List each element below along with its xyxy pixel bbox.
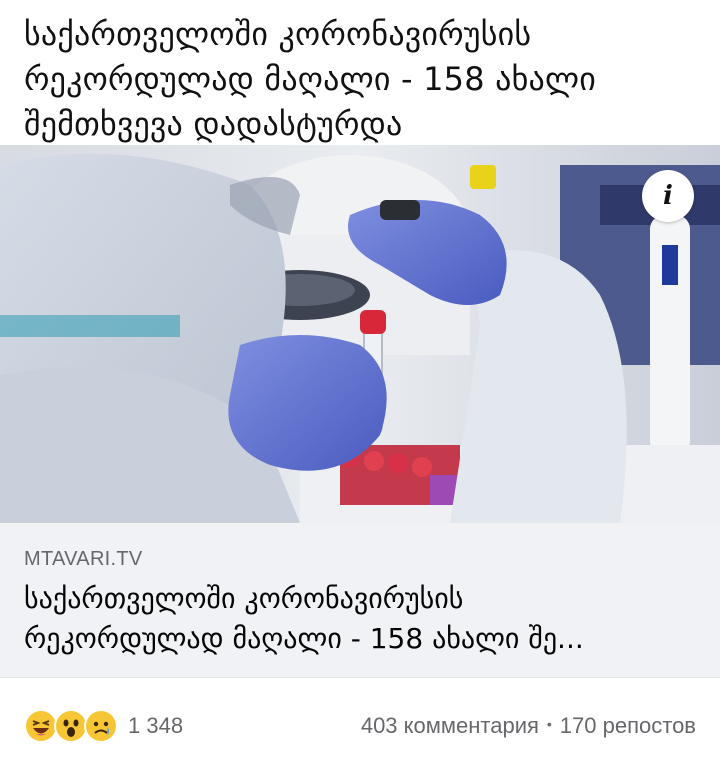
- separator-dot: •: [546, 716, 552, 732]
- post-text: საქართველოში კორონავირუსის რეკორდულად მა…: [0, 0, 720, 145]
- post-text-line: საქართველოში კორონავირუსის: [24, 15, 532, 53]
- link-title: საქართველოში კორონავირუსის რეკორდულად მა…: [24, 579, 696, 659]
- comments-count-link[interactable]: 403 комментария: [361, 713, 539, 739]
- reaction-count: 1 348: [128, 713, 184, 738]
- post-text-line: რეკორდულად მაღალი - 158 ახალი: [24, 60, 597, 98]
- link-title-line: საქართველოში კორონავირუსის: [24, 582, 464, 615]
- link-title-line: რეკორდულად მაღალი - 158 ახალი შე...: [24, 622, 584, 655]
- feed-post: საქართველოში კორონავირუსის რეკორდულად მა…: [0, 0, 720, 775]
- link-domain: MTAVARI.TV: [24, 548, 143, 570]
- lab-photo: [0, 145, 720, 523]
- info-icon[interactable]: i: [642, 170, 694, 222]
- shares-count-link[interactable]: 170 репостов: [560, 713, 696, 739]
- surprised-emoji-icon: [54, 709, 88, 743]
- post-image[interactable]: i: [0, 145, 720, 523]
- post-stats-bar: 1 348 403 комментария • 170 репостов: [0, 678, 720, 774]
- laughing-emoji-icon: [24, 709, 58, 743]
- sad-emoji-icon: [84, 709, 118, 743]
- link-preview-card[interactable]: MTAVARI.TV საქართველოში კორონავირუსის რე…: [0, 523, 720, 678]
- post-text-line: შემთხვევა დადასტურდა: [24, 105, 403, 143]
- reactions-summary[interactable]: 1 348: [24, 709, 183, 743]
